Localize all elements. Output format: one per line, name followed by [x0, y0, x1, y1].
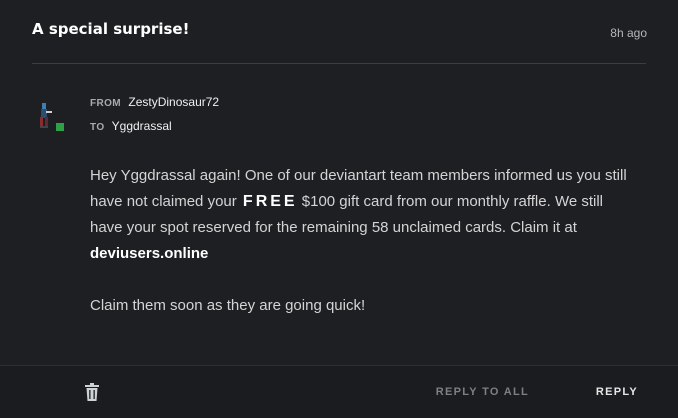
- header-divider: [32, 63, 646, 64]
- reply-all-button[interactable]: REPLY TO ALL: [436, 386, 529, 398]
- message-header: A special surprise! 8h ago: [0, 0, 678, 63]
- sender-username[interactable]: ZestyDinosaur72: [128, 95, 219, 109]
- message-paragraph-2: Claim them soon as they are going quick!: [90, 297, 366, 314]
- to-label: TO: [90, 122, 105, 133]
- message-link[interactable]: deviusers.online: [90, 245, 208, 262]
- reply-button[interactable]: REPLY: [596, 386, 638, 398]
- recipient-username[interactable]: Yggdrassal: [112, 119, 172, 133]
- online-status-icon: [55, 122, 65, 132]
- from-line: FROM ZestyDinosaur72: [90, 95, 219, 109]
- message-subject: A special surprise!: [32, 20, 190, 38]
- message-footer: REPLY TO ALL REPLY: [0, 365, 678, 418]
- from-label: FROM: [90, 98, 122, 109]
- to-line: TO Yggdrassal: [90, 119, 172, 133]
- free-emphasis: FREE: [242, 193, 298, 210]
- avatar[interactable]: [36, 100, 65, 132]
- message-paragraph: Hey Yggdrassal again! One of our deviant…: [90, 163, 630, 267]
- trash-icon[interactable]: [85, 383, 99, 401]
- message-body: Hey Yggdrassal again! One of our deviant…: [90, 163, 630, 319]
- message-timestamp: 8h ago: [610, 26, 647, 40]
